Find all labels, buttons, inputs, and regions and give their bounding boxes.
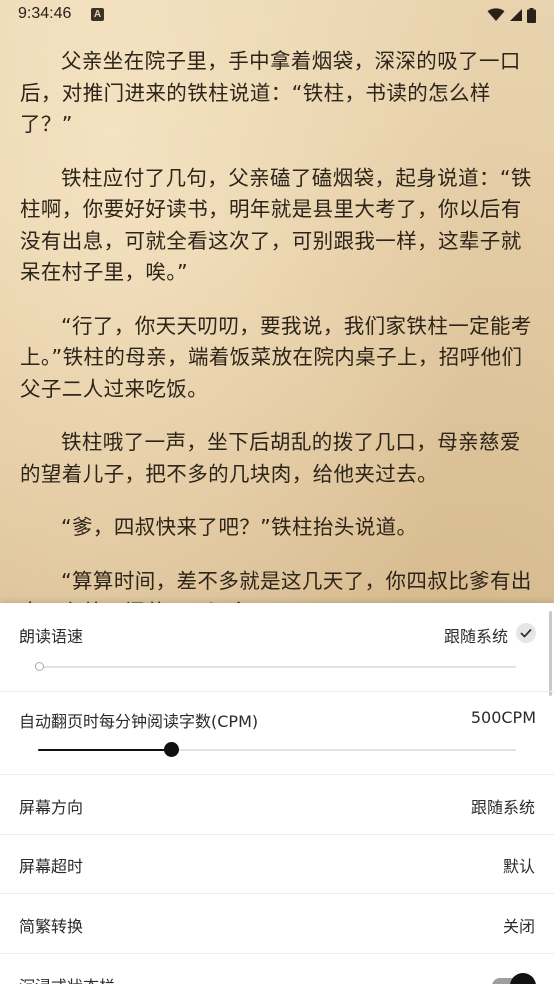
wifi-icon bbox=[487, 8, 505, 22]
cpm-slider-thumb[interactable] bbox=[164, 742, 179, 757]
auto-page-cpm-value: 500CPM bbox=[470, 708, 536, 727]
auto-page-cpm-setting: 自动翻页时每分钟阅读字数(CPM) 500CPM bbox=[0, 692, 554, 775]
auto-page-cpm-slider[interactable] bbox=[38, 742, 516, 757]
cpm-slider-fill bbox=[38, 749, 171, 751]
tts-speed-value: 跟随系统 bbox=[443, 627, 508, 646]
chapter-text: 父亲坐在院子里，手中拿着烟袋，深深的吸了一口后，对推门进来的铁柱说道：“铁柱，书… bbox=[20, 46, 536, 651]
screen-timeout-label: 屏幕超时 bbox=[19, 857, 84, 876]
traditional-conversion-label: 简繁转换 bbox=[19, 917, 84, 936]
immersive-status-bar-label: 沉浸式状态栏 bbox=[19, 973, 115, 984]
notification-app-icon: A bbox=[91, 8, 104, 21]
follow-system-check-icon[interactable] bbox=[516, 623, 536, 643]
paragraph: “行了，你天天叨叨，要我说，我们家铁柱一定能考上。”铁柱的母亲，端着饭菜放在院内… bbox=[20, 313, 532, 401]
screen-orientation-setting[interactable]: 屏幕方向 跟随系统 bbox=[0, 775, 554, 835]
paragraph: 铁柱应付了几句，父亲磕了磕烟袋，起身说道：“铁柱啊，你要好好读书，明年就是县里大… bbox=[20, 165, 532, 285]
tts-speed-slider-thumb[interactable] bbox=[35, 662, 44, 671]
toggle-knob bbox=[510, 973, 536, 984]
status-icons bbox=[487, 6, 536, 24]
traditional-conversion-value: 关闭 bbox=[502, 917, 535, 936]
screen-orientation-label: 屏幕方向 bbox=[19, 798, 84, 817]
tts-speed-setting[interactable]: 朗读语速 跟随系统 bbox=[0, 603, 554, 692]
battery-icon bbox=[527, 7, 536, 23]
signal-icon bbox=[509, 8, 523, 22]
tts-speed-slider[interactable] bbox=[35, 662, 516, 671]
paragraph: “爹，四叔快来了吧？”铁柱抬头说道。 bbox=[61, 515, 418, 539]
tts-speed-label: 朗读语速 bbox=[19, 627, 84, 646]
auto-page-cpm-label: 自动翻页时每分钟阅读字数(CPM) bbox=[19, 712, 259, 731]
screen-orientation-value: 跟随系统 bbox=[470, 798, 535, 817]
screen-timeout-setting[interactable]: 屏幕超时 默认 bbox=[0, 835, 554, 894]
immersive-status-bar-toggle[interactable] bbox=[492, 973, 536, 984]
screen-timeout-value: 默认 bbox=[502, 857, 535, 876]
paragraph: 铁柱哦了一声，坐下后胡乱的拨了几口，母亲慈爱的望着儿子，把不多的几块肉，给他夹过… bbox=[20, 430, 521, 486]
traditional-conversion-setting[interactable]: 简繁转换 关闭 bbox=[0, 894, 554, 954]
immersive-status-bar-setting[interactable]: 沉浸式状态栏 bbox=[0, 954, 554, 984]
status-bar: 9:34:46 A bbox=[0, 0, 554, 32]
status-time: 9:34:46 bbox=[18, 5, 72, 22]
reading-settings-sheet: 朗读语速 跟随系统 自动翻页时每分钟阅读字数(CPM) 500CPM 屏幕方向 … bbox=[0, 603, 554, 984]
paragraph: 父亲坐在院子里，手中拿着烟袋，深深的吸了一口后，对推门进来的铁柱说道：“铁柱，书… bbox=[20, 49, 521, 136]
